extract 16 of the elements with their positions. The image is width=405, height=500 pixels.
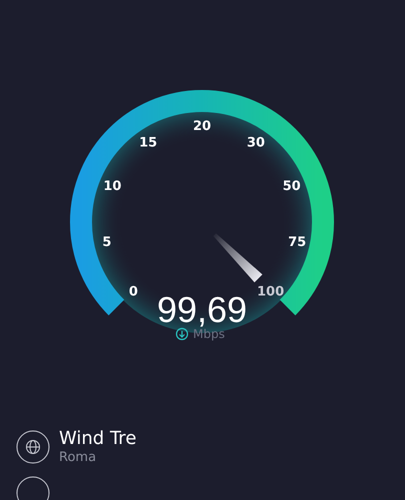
download-icon [176,328,188,340]
speed-reading: 99,69 [156,289,248,330]
gauge-tick-label: 20 [192,119,212,134]
gauge-tick-label: 15 [139,135,158,150]
provider-name: Wind Tre [59,428,136,450]
globe-icon [16,430,50,464]
gauge-needle [213,233,262,282]
gauge-tick-label: 5 [102,234,112,250]
server-location: Roma [59,450,98,466]
gauge-tick-label: 30 [246,135,265,150]
gauge-tick-label: 75 [288,234,306,250]
gauge-tick-label: 100 [257,284,284,300]
speed-unit: Mbps [193,327,225,341]
gauge-tick-label: 10 [103,178,122,194]
gauge-tick-label: 0 [128,284,138,300]
gauge-tick-label: 50 [282,178,301,194]
